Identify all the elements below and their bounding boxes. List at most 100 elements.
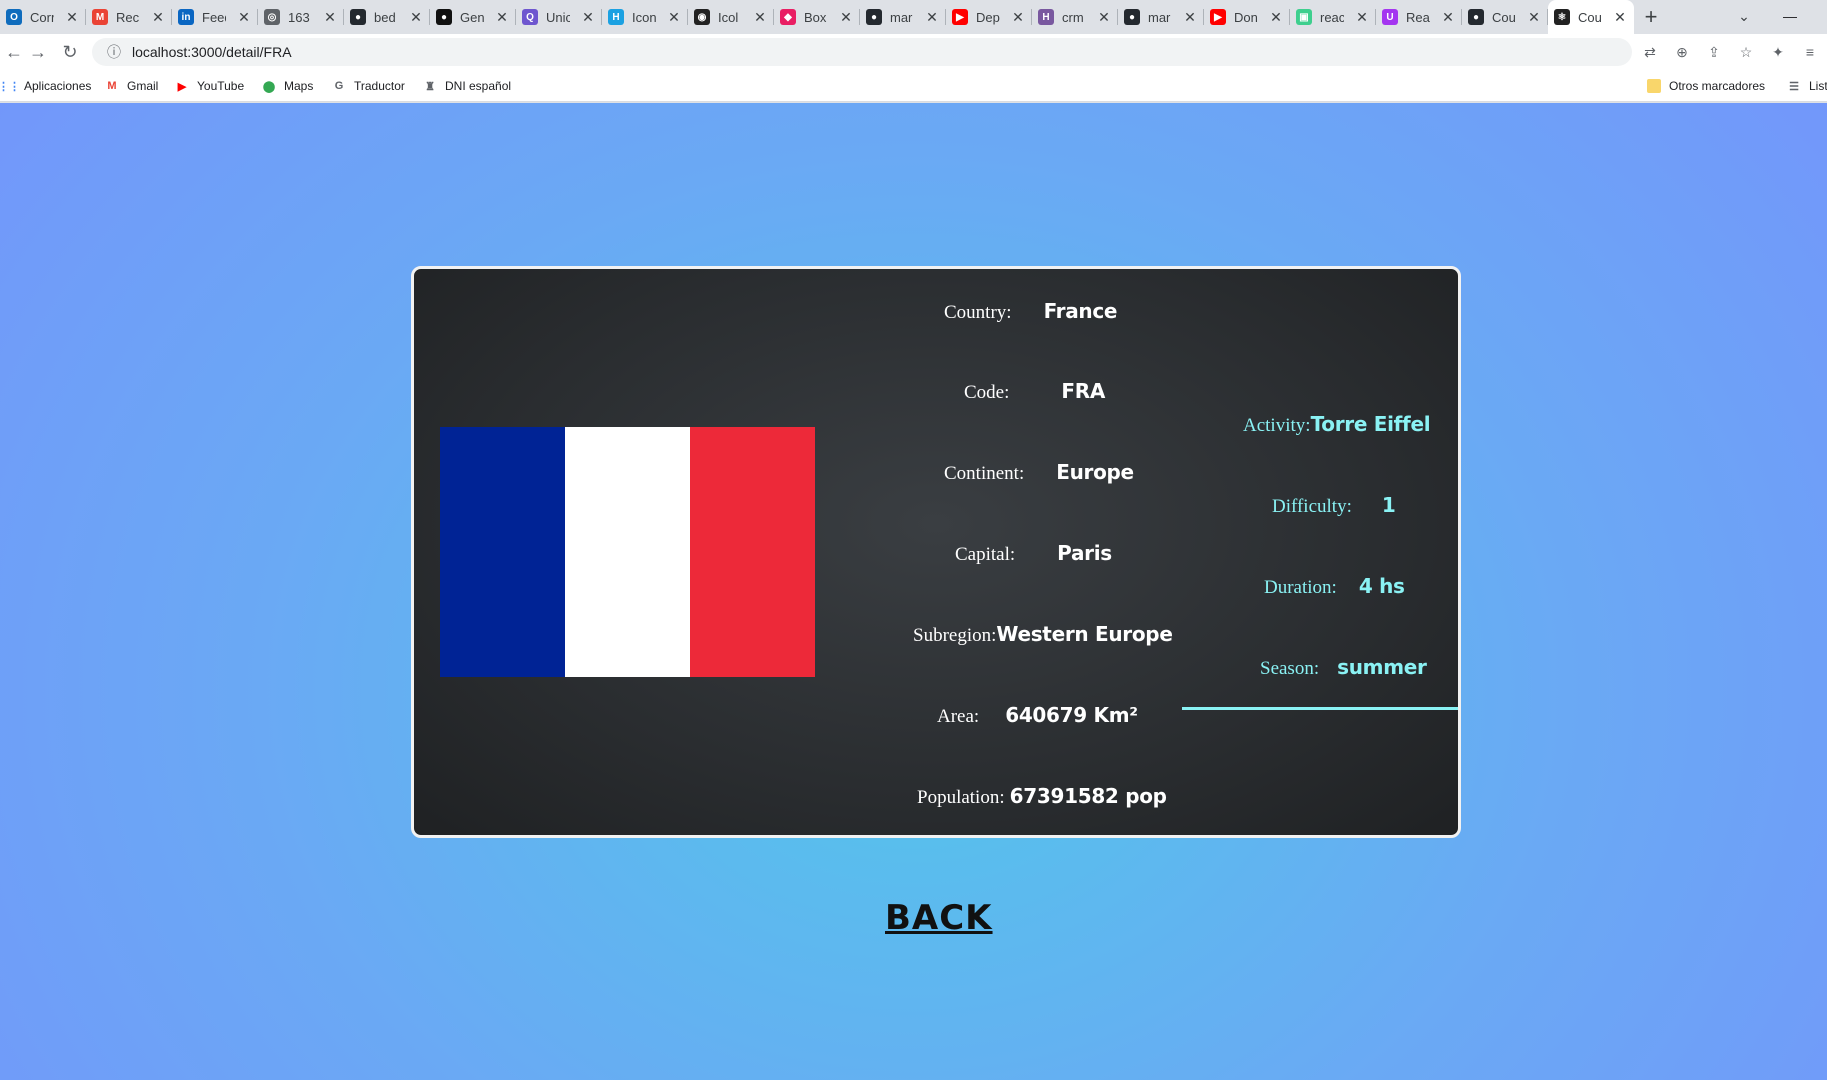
browser-tab[interactable]: ▶ Dep ✕ bbox=[946, 0, 1032, 34]
react-icon: ⚛ bbox=[1554, 9, 1570, 25]
population-value: 67391582 pop bbox=[1009, 784, 1167, 808]
google-g-icon: G bbox=[334, 80, 344, 92]
tab-strip: O Corr ✕ M Reci ✕ in Feed ✕ ◎ 163 ✕ ● bed ✕ ● Gen ✕ Q Unic ✕… bbox=[0, 0, 1827, 34]
bookmark-apps[interactable]: ⋮⋮ Aplicaciones bbox=[0, 77, 91, 95]
flag-blue-stripe bbox=[440, 427, 565, 677]
browser-tab[interactable]: M Reci ✕ bbox=[86, 0, 172, 34]
browser-tab[interactable]: ◉ Icol ✕ bbox=[688, 0, 774, 34]
address-bar-actions: ⇄ ⊕ ⇪ ☆ ✦ ≡ bbox=[1634, 38, 1826, 66]
browser-tab[interactable]: ● Gen ✕ bbox=[430, 0, 516, 34]
box-icon: ◆ bbox=[780, 9, 796, 25]
browser-tab[interactable]: ● mar ✕ bbox=[1118, 0, 1204, 34]
extensions-puzzle-icon[interactable]: ✦ bbox=[1762, 38, 1794, 66]
bookmark-gmail-label: Gmail bbox=[127, 79, 159, 93]
reading-list[interactable]: ☰ List bbox=[1787, 77, 1827, 95]
flag-white-stripe bbox=[565, 427, 690, 677]
population-row: Population: 67391582 pop bbox=[917, 784, 1167, 809]
browser-tab[interactable]: ⚛ Cou ✕ bbox=[1548, 0, 1634, 34]
site-info-icon[interactable]: ⓘ bbox=[100, 42, 128, 62]
browser-tab[interactable]: ▶ Don ✕ bbox=[1204, 0, 1290, 34]
shield-crest-icon: ♜ bbox=[425, 80, 435, 93]
browser-tab[interactable]: ● Cou ✕ bbox=[1462, 0, 1548, 34]
close-tab-icon[interactable]: ✕ bbox=[494, 9, 510, 26]
bookmark-youtube[interactable]: ▶ YouTube bbox=[175, 77, 244, 95]
tab-title: mar bbox=[1148, 9, 1171, 25]
tab-title: Cou bbox=[1578, 9, 1602, 25]
browser-tab[interactable]: ◆ Box ✕ bbox=[774, 0, 860, 34]
browser-tab[interactable]: O Corr ✕ bbox=[0, 0, 86, 34]
github-icon: ● bbox=[866, 9, 882, 25]
page-viewport: Country: France Code: FRA Continent: Eur… bbox=[0, 103, 1827, 1080]
browser-toolbar: ← → ↻ ⓘ localhost:3000/detail/FRA ⇄ ⊕ ⇪ … bbox=[0, 34, 1827, 70]
tab-title: Box bbox=[804, 9, 827, 25]
close-tab-icon[interactable]: ✕ bbox=[1354, 9, 1370, 26]
address-bar[interactable]: ⓘ localhost:3000/detail/FRA bbox=[92, 38, 1632, 66]
address-url[interactable]: localhost:3000/detail/FRA bbox=[132, 44, 292, 60]
close-tab-icon[interactable]: ✕ bbox=[666, 9, 682, 26]
browser-tab[interactable]: in Feed ✕ bbox=[172, 0, 258, 34]
close-tab-icon[interactable]: ✕ bbox=[580, 9, 596, 26]
apps-grid-icon: ⋮⋮ bbox=[0, 80, 20, 93]
flag-red-stripe bbox=[690, 427, 815, 677]
close-tab-icon[interactable]: ✕ bbox=[1010, 9, 1026, 26]
browser-tab[interactable]: ▣ reac ✕ bbox=[1290, 0, 1376, 34]
bookmark-dni[interactable]: ♜ DNI español bbox=[423, 77, 511, 95]
reload-icon[interactable]: ↻ bbox=[56, 38, 84, 66]
close-tab-icon[interactable]: ✕ bbox=[150, 9, 166, 26]
close-tab-icon[interactable]: ✕ bbox=[322, 9, 338, 26]
icon-app-icon: ◉ bbox=[694, 9, 710, 25]
browser-tab[interactable]: H Icon ✕ bbox=[602, 0, 688, 34]
bookmark-maps[interactable]: ⬤ Maps bbox=[262, 77, 314, 95]
tab-title: Dep bbox=[976, 9, 1000, 25]
close-tab-icon[interactable]: ✕ bbox=[752, 9, 768, 26]
close-tab-icon[interactable]: ✕ bbox=[924, 9, 940, 26]
bookmark-gmail[interactable]: M Gmail bbox=[105, 77, 158, 95]
close-tab-icon[interactable]: ✕ bbox=[408, 9, 424, 26]
capital-row: Capital: Paris bbox=[955, 541, 1112, 566]
share-icon[interactable]: ⇪ bbox=[1698, 38, 1730, 66]
activity-label: Activity: bbox=[1243, 415, 1311, 436]
close-tab-icon[interactable]: ✕ bbox=[64, 9, 80, 26]
activity-value: Torre Eiffel bbox=[1310, 412, 1431, 436]
bookmark-other[interactable]: Otros marcadores bbox=[1647, 77, 1765, 95]
browser-tab[interactable]: U Rea ✕ bbox=[1376, 0, 1462, 34]
close-tab-icon[interactable]: ✕ bbox=[1182, 9, 1198, 26]
forward-arrow-icon[interactable]: → bbox=[24, 38, 52, 66]
browser-tab[interactable]: ● mar ✕ bbox=[860, 0, 946, 34]
close-tab-icon[interactable]: ✕ bbox=[1440, 9, 1456, 26]
tab-title: Rea bbox=[1406, 9, 1430, 25]
area-row: Area: 640679 Km² bbox=[937, 703, 1138, 728]
maps-pin-icon: ⬤ bbox=[262, 80, 276, 93]
browser-tab[interactable]: Q Unic ✕ bbox=[516, 0, 602, 34]
bookmark-translate-label: Traductor bbox=[354, 79, 405, 93]
bookmark-translate[interactable]: G Traductor bbox=[332, 77, 405, 95]
back-link[interactable]: BACK bbox=[885, 898, 993, 938]
reading-list-icon[interactable]: ≡ bbox=[1794, 38, 1826, 66]
translate-icon[interactable]: ⇄ bbox=[1634, 38, 1666, 66]
gmail-icon: M bbox=[107, 80, 117, 92]
close-tab-icon[interactable]: ✕ bbox=[1096, 9, 1112, 26]
globe-icon: ◎ bbox=[264, 9, 280, 25]
heroku-icon: H bbox=[1038, 9, 1054, 25]
minimize-window-icon[interactable]: — bbox=[1770, 2, 1810, 30]
country-detail-card: Country: France Code: FRA Continent: Eur… bbox=[411, 266, 1461, 838]
duration-row: Duration: 4 hs bbox=[1264, 574, 1405, 599]
new-tab-plus-icon[interactable]: + bbox=[1634, 0, 1668, 34]
population-label: Population: bbox=[917, 787, 1005, 808]
close-tab-icon[interactable]: ✕ bbox=[236, 9, 252, 26]
bookmark-star-icon[interactable]: ☆ bbox=[1730, 38, 1762, 66]
close-tab-icon[interactable]: ✕ bbox=[1612, 9, 1628, 26]
bookmark-dni-label: DNI español bbox=[445, 79, 512, 93]
close-tab-icon[interactable]: ✕ bbox=[1268, 9, 1284, 26]
tab-search-icon[interactable]: ⌄ bbox=[1730, 2, 1758, 30]
close-tab-icon[interactable]: ✕ bbox=[1526, 9, 1542, 26]
tab-title: Gen bbox=[460, 9, 484, 25]
close-tab-icon[interactable]: ✕ bbox=[838, 9, 854, 26]
zoom-icon[interactable]: ⊕ bbox=[1666, 38, 1698, 66]
browser-tab[interactable]: Hcrm ✕ bbox=[1032, 0, 1118, 34]
gmail-icon: M bbox=[92, 9, 108, 25]
search-icon: Q bbox=[522, 9, 538, 25]
browser-tab[interactable]: ● bed ✕ bbox=[344, 0, 430, 34]
country-flag bbox=[440, 427, 815, 677]
browser-tab[interactable]: ◎ 163 ✕ bbox=[258, 0, 344, 34]
